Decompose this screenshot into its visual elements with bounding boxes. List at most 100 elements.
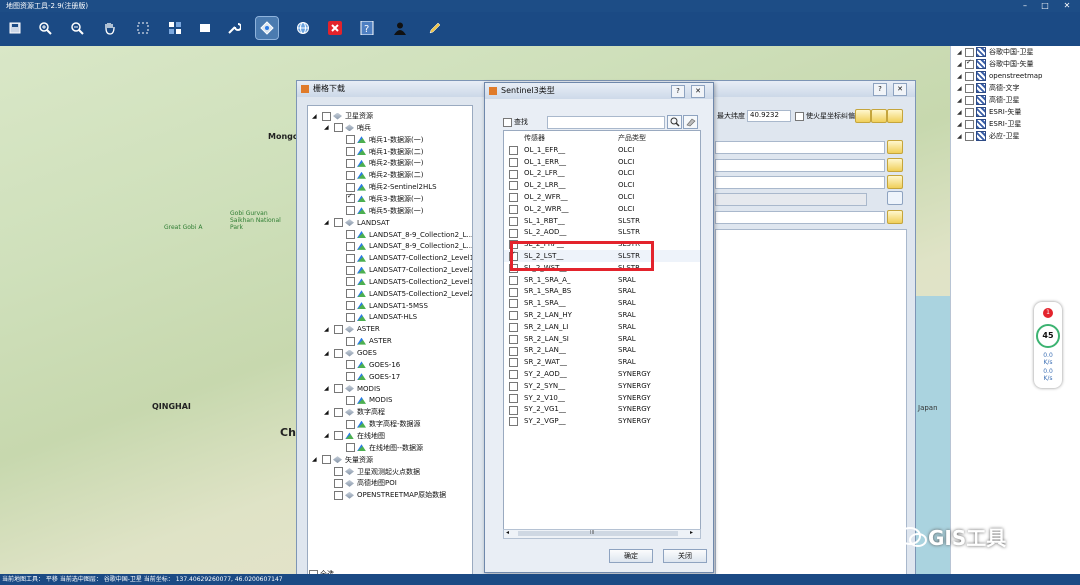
tree-node[interactable]: 卫星观测起火点数据 — [324, 466, 420, 478]
list-row[interactable]: SY_2_V10__ SYNERGY — [504, 392, 700, 404]
folder-button[interactable] — [887, 109, 903, 123]
tree-node[interactable]: OPENSTREETMAP原始数据 — [324, 489, 446, 501]
tree-node[interactable]: MODIS — [336, 394, 392, 406]
select-icon[interactable] — [132, 17, 154, 39]
row-checkbox[interactable] — [509, 157, 518, 167]
layer-item[interactable]: ◢ 谷歌中国-矢量 — [957, 58, 1034, 70]
expand-icon[interactable]: ◢ — [957, 121, 963, 128]
sentinel3-product-list[interactable]: 传感器 产品类型 OL_1_EFR__ OLCI OL_1_ERR__ OLCI OL_… — [503, 130, 701, 532]
list-row[interactable]: SY_2_VGP__ SYNERGY — [504, 415, 700, 427]
tree-node[interactable]: 哨兵1-数据源(二) — [336, 146, 423, 158]
tree-checkbox[interactable] — [334, 431, 343, 441]
tree-checkbox[interactable] — [346, 253, 355, 263]
layer-item[interactable]: ◢ 谷歌中国-卫星 — [957, 46, 1034, 58]
row-checkbox[interactable] — [509, 216, 518, 226]
clear-icon[interactable] — [194, 17, 216, 39]
scroll-left-icon[interactable]: ◂ — [506, 529, 509, 536]
list-row[interactable]: SY_2_AOD__ SYNERGY — [504, 368, 700, 380]
minimize-button[interactable]: – — [1018, 0, 1032, 12]
tree-node[interactable]: ◢ LANDSAT — [324, 217, 390, 229]
expand-icon[interactable]: ◢ — [957, 61, 963, 68]
window-close-button[interactable]: ✕ — [1060, 0, 1074, 12]
tree-node[interactable]: 哨兵2-数据源(二) — [336, 169, 423, 181]
save-icon[interactable] — [4, 17, 26, 39]
path-field[interactable] — [715, 159, 885, 172]
row-checkbox[interactable] — [509, 228, 518, 238]
resource-tree[interactable]: ◢ 卫星资源 ◢ 哨兵 哨兵1-数据源(一) 哨兵1-数据源(二) 哨兵2-数据源(一) 哨兵… — [307, 105, 473, 579]
browse-button[interactable] — [887, 175, 903, 189]
layer-item[interactable]: ◢ 高德-卫星 — [957, 94, 1020, 106]
layer-checkbox[interactable] — [965, 71, 974, 81]
row-checkbox[interactable] — [509, 346, 518, 356]
tree-node[interactable]: 哨兵5-数据源(一) — [336, 205, 423, 217]
tree-checkbox[interactable] — [334, 324, 343, 334]
help-button[interactable]: ? — [873, 83, 887, 96]
tree-node[interactable]: LANDSAT1-5MSS — [336, 300, 428, 312]
tree-node[interactable]: ◢ GOES — [324, 347, 377, 359]
tree-node[interactable]: ◢ 在线地图 — [324, 430, 385, 442]
export-button[interactable] — [871, 109, 887, 123]
expand-icon[interactable]: ◢ — [957, 97, 963, 104]
layer-item[interactable]: ◢ ESRI-矢量 — [957, 106, 1021, 118]
tree-checkbox[interactable] — [346, 170, 355, 180]
row-checkbox[interactable] — [509, 169, 518, 179]
row-checkbox[interactable] — [509, 405, 518, 415]
tree-node[interactable]: LANDSAT-HLS — [336, 311, 417, 323]
tree-checkbox[interactable] — [346, 206, 355, 216]
tree-node[interactable]: GOES-16 — [336, 359, 400, 371]
tree-checkbox[interactable] — [346, 289, 355, 299]
tree-checkbox[interactable] — [334, 384, 343, 394]
tree-node[interactable]: ◢ MODIS — [324, 383, 380, 395]
layer-checkbox[interactable] — [965, 83, 974, 93]
row-checkbox[interactable] — [509, 334, 518, 344]
tree-node[interactable]: 高德地图POI — [324, 477, 397, 489]
tree-node[interactable]: 在线地图--数据源 — [336, 442, 423, 454]
search-checkbox[interactable] — [503, 117, 512, 127]
tree-checkbox[interactable] — [346, 301, 355, 311]
tree-checkbox[interactable] — [346, 336, 355, 346]
expand-icon[interactable]: ◢ — [324, 350, 332, 357]
browse-button[interactable] — [887, 158, 903, 172]
expand-icon[interactable]: ◢ — [324, 385, 332, 392]
list-row[interactable]: SR_1_SRA_A_ SRAL — [504, 274, 700, 286]
tree-node[interactable]: LANDSAT_8-9_Collection2_L... — [336, 229, 472, 241]
row-checkbox[interactable] — [509, 323, 518, 332]
browse-button[interactable] — [887, 140, 903, 154]
tree-node[interactable]: 数字高程-数据源 — [336, 418, 421, 430]
tree-checkbox[interactable] — [346, 360, 355, 370]
list-row[interactable]: SR_1_SRA_BS SRAL — [504, 286, 700, 298]
tree-checkbox[interactable] — [334, 407, 343, 417]
layer-checkbox[interactable] — [965, 119, 974, 129]
user-icon[interactable] — [389, 17, 411, 39]
zoom-in-icon[interactable] — [34, 17, 56, 39]
tools-icon[interactable] — [223, 17, 245, 39]
search-input[interactable] — [547, 116, 665, 129]
list-row[interactable]: SR_2_WAT__ SRAL — [504, 356, 700, 368]
expand-icon[interactable]: ◢ — [324, 219, 332, 226]
list-row[interactable]: OL_2_WFR__ OLCI — [504, 191, 700, 203]
tree-checkbox[interactable] — [334, 123, 343, 133]
layer-checkbox[interactable] — [965, 47, 974, 57]
list-row[interactable]: OL_2_LRR__ OLCI — [504, 179, 700, 191]
path-field[interactable] — [715, 176, 885, 189]
row-checkbox[interactable] — [509, 275, 518, 285]
globe-icon[interactable] — [292, 17, 314, 39]
expand-icon[interactable]: ◢ — [957, 133, 963, 140]
search-button[interactable] — [667, 115, 682, 129]
tree-checkbox[interactable] — [334, 218, 343, 228]
row-checkbox[interactable] — [509, 146, 518, 155]
tree-checkbox[interactable] — [346, 158, 355, 168]
tree-node[interactable]: 哨兵3-数据源(一) — [336, 192, 423, 205]
layer-item[interactable]: ◢ ESRI-卫星 — [957, 118, 1021, 130]
tree-checkbox[interactable] — [346, 372, 355, 382]
layer-checkbox[interactable] — [965, 95, 974, 105]
close-button[interactable]: ✕ — [691, 85, 705, 98]
horizontal-scrollbar[interactable]: ◂ III ▸ — [503, 529, 701, 539]
row-checkbox[interactable] — [509, 370, 518, 380]
help-button[interactable]: ? — [671, 85, 685, 98]
tree-checkbox[interactable] — [322, 455, 331, 465]
tree-node[interactable]: LANDSAT_8-9_Collection2_L... — [336, 240, 472, 252]
layer-item[interactable]: ◢ 必应-卫星 — [957, 130, 1020, 142]
tree-checkbox[interactable] — [346, 395, 355, 405]
expand-icon[interactable]: ◢ — [324, 432, 332, 439]
